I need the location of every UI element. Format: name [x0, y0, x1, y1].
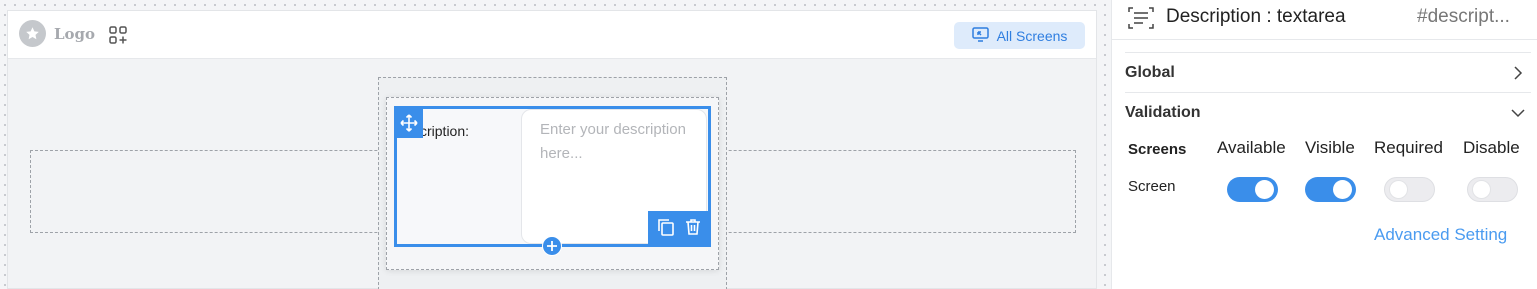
- panel-title: Description : textarea: [1166, 6, 1346, 27]
- toggle-knob: [1472, 180, 1491, 199]
- disable-toggle[interactable]: [1467, 177, 1518, 202]
- toggle-knob: [1333, 180, 1352, 199]
- column-header-required: Required: [1374, 138, 1443, 157]
- canvas-frame: Logo All Screens cription:: [7, 10, 1097, 289]
- section-global[interactable]: Global: [1125, 52, 1531, 92]
- add-field-button[interactable]: [542, 236, 562, 256]
- field-action-bar: [648, 211, 711, 247]
- column-header-disable: Disable: [1463, 138, 1520, 157]
- move-handle[interactable]: [395, 107, 423, 138]
- toggle-knob: [1389, 180, 1408, 199]
- textarea-type-icon: [1128, 7, 1154, 29]
- section-label: Validation: [1125, 103, 1201, 121]
- toggle-knob: [1255, 180, 1274, 199]
- section-label: Global: [1125, 63, 1175, 81]
- screen-share-icon: [971, 26, 989, 45]
- chevron-down-icon: [1511, 108, 1525, 117]
- properties-panel: Description : textarea #descript... Glob…: [1111, 0, 1537, 289]
- logo-text: Logo: [54, 24, 96, 43]
- section-validation[interactable]: Validation: [1125, 92, 1531, 132]
- all-screens-label: All Screens: [996, 27, 1068, 44]
- add-widget-icon[interactable]: [109, 26, 127, 44]
- visible-toggle[interactable]: [1305, 177, 1356, 202]
- copy-icon[interactable]: [657, 218, 675, 241]
- trash-icon[interactable]: [684, 218, 702, 241]
- all-screens-button[interactable]: All Screens: [954, 22, 1085, 49]
- logo[interactable]: Logo: [19, 20, 95, 47]
- field-label: cription:: [420, 123, 470, 139]
- canvas-header: Logo All Screens: [8, 11, 1096, 59]
- screen-row-label: Screen: [1128, 178, 1176, 195]
- column-header-visible: Visible: [1305, 138, 1355, 157]
- panel-header: Description : textarea #descript...: [1112, 0, 1537, 40]
- available-toggle[interactable]: [1227, 177, 1278, 202]
- required-toggle[interactable]: [1384, 177, 1435, 202]
- star-icon: [19, 20, 46, 47]
- move-arrows-icon: [400, 113, 418, 132]
- column-header-screens: Screens: [1128, 141, 1187, 158]
- element-id: #descript...: [1417, 6, 1510, 27]
- advanced-setting-link[interactable]: Advanced Setting: [1374, 225, 1507, 245]
- chevron-right-icon: [1514, 65, 1523, 80]
- column-header-available: Available: [1217, 138, 1286, 157]
- description-field[interactable]: cription:: [394, 106, 711, 256]
- plus-icon: [547, 241, 557, 251]
